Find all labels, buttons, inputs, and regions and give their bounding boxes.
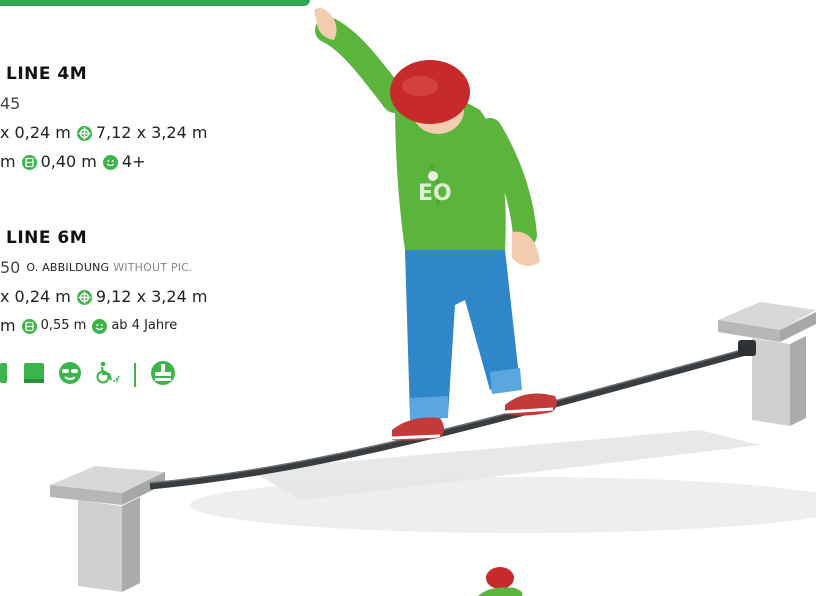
height-unit: m <box>0 152 16 171</box>
ground-anchor-icon <box>150 360 176 391</box>
shirt-logo: EO <box>418 181 452 206</box>
wheelchair-icon <box>94 361 120 390</box>
height-unit: m <box>0 316 16 335</box>
fall-height-value: 0,40 m <box>40 152 97 171</box>
sunglasses-face-icon <box>58 361 82 390</box>
fall-height-value: 0,55 m <box>40 318 87 333</box>
safety-area-icon <box>76 125 92 141</box>
age-smiley-icon <box>102 154 118 170</box>
age-value: 4+ <box>121 152 146 171</box>
product-code-row: 45 <box>0 92 207 116</box>
left-post <box>50 466 165 592</box>
age-value: ab 4 Jahre <box>111 318 178 333</box>
age-smiley-icon <box>92 318 108 334</box>
safety-area-icon <box>76 289 92 305</box>
book-icon <box>22 361 46 390</box>
safety-area-value: 7,12 x 3,24 m <box>95 123 208 142</box>
top-accent-bar <box>0 0 310 6</box>
product-code: 50 <box>0 258 21 277</box>
height-age-row: m 0,40 m 4+ <box>0 150 207 174</box>
product-info-line-4m: LINE 4M 45 x 0,24 m 7,12 x 3,24 m m 0,40… <box>0 64 207 179</box>
dimensions-row: x 0,24 m 9,12 x 3,24 m <box>0 285 207 309</box>
ground-shadow <box>190 477 816 533</box>
height-age-row: m 0,55 m ab 4 Jahre <box>0 314 207 338</box>
line-shadow <box>250 430 760 500</box>
product-title: LINE 4M <box>6 64 88 84</box>
safety-area-value: 9,12 x 3,24 m <box>95 287 208 306</box>
code-note-de: O. ABBILDUNG <box>26 261 110 274</box>
catalog-page: LINE 4M 45 x 0,24 m 7,12 x 3,24 m m 0,40… <box>0 0 816 596</box>
fall-height-icon <box>21 154 37 170</box>
code-note-en: WITHOUT PIC. <box>113 261 193 274</box>
tree-icon <box>0 361 10 390</box>
product-code: 45 <box>0 94 21 113</box>
slackline-webbing <box>149 344 761 490</box>
product-title: LINE 6M <box>6 228 88 248</box>
child-figure: EO <box>314 8 557 441</box>
dimensions-row: x 0,24 m 7,12 x 3,24 m <box>0 121 207 145</box>
fall-height-icon <box>21 318 37 334</box>
dimensions-value: x 0,24 m <box>0 287 71 306</box>
product-info-line-6m: LINE 6M 50 O. ABBILDUNG WITHOUT PIC. x 0… <box>0 228 207 343</box>
icon-divider <box>134 363 136 387</box>
right-post <box>718 302 816 426</box>
feature-icon-strip <box>0 360 188 391</box>
small-figure-preview <box>478 567 523 596</box>
product-code-row: 50 O. ABBILDUNG WITHOUT PIC. <box>0 256 207 280</box>
dimensions-value: x 0,24 m <box>0 123 71 142</box>
